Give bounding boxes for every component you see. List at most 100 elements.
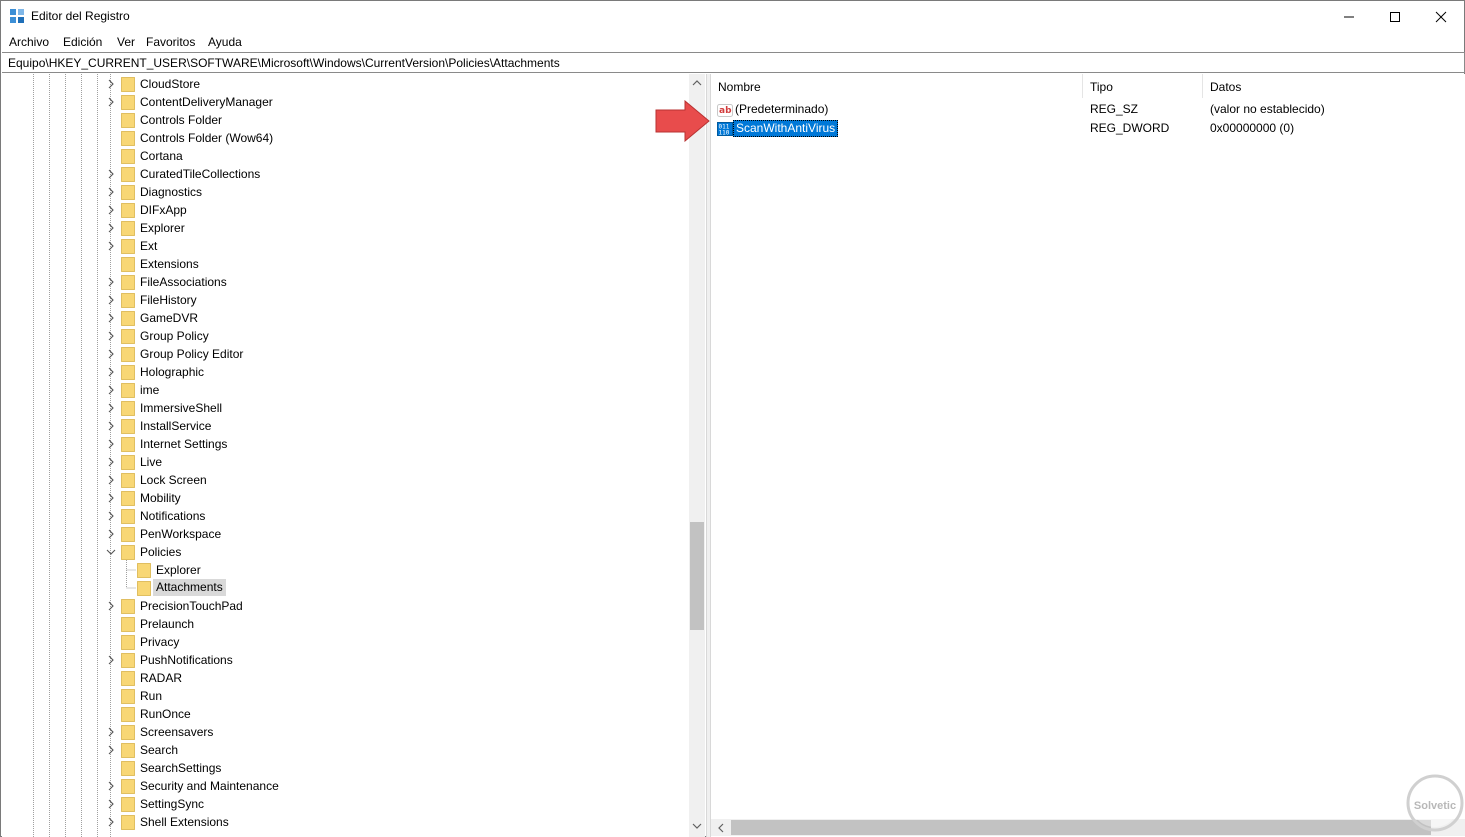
column-header-datos[interactable]: Datos xyxy=(1203,74,1465,98)
chevron-right-icon[interactable] xyxy=(106,223,116,233)
chevron-right-icon[interactable] xyxy=(106,799,116,809)
chevron-right-icon[interactable] xyxy=(106,421,116,431)
chevron-right-icon[interactable] xyxy=(106,511,116,521)
tree-item[interactable]: Lock Screen xyxy=(2,471,682,489)
tree-item[interactable]: Explorer xyxy=(2,561,682,579)
tree-item[interactable]: Privacy xyxy=(2,633,682,651)
chevron-right-icon[interactable] xyxy=(106,277,116,287)
tree-item[interactable]: Diagnostics xyxy=(2,183,682,201)
chevron-down-icon[interactable] xyxy=(106,547,116,557)
tree-item[interactable]: Live xyxy=(2,453,682,471)
tree-item[interactable]: FileAssociations xyxy=(2,273,682,291)
chevron-right-icon[interactable] xyxy=(106,601,116,611)
tree-item[interactable]: Group Policy xyxy=(2,327,682,345)
maximize-button[interactable] xyxy=(1372,1,1418,32)
tree-item[interactable]: CloudStore xyxy=(2,75,682,93)
column-header-tipo[interactable]: Tipo xyxy=(1083,74,1203,98)
tree-item[interactable]: PushNotifications xyxy=(2,651,682,669)
tree-item[interactable]: Notifications xyxy=(2,507,682,525)
tree-vertical-scrollbar[interactable] xyxy=(689,74,705,837)
tree-item[interactable]: Controls Folder xyxy=(2,111,682,129)
tree-item[interactable]: SearchSettings xyxy=(2,759,682,777)
tree-item[interactable]: RunOnce xyxy=(2,705,682,723)
tree-item[interactable]: GameDVR xyxy=(2,309,682,327)
tree-item[interactable]: Mobility xyxy=(2,489,682,507)
tree-item[interactable]: Security and Maintenance xyxy=(2,777,682,795)
scroll-down-icon[interactable] xyxy=(692,822,702,830)
chevron-right-icon[interactable] xyxy=(106,403,116,413)
tree-item[interactable]: PenWorkspace xyxy=(2,525,682,543)
chevron-right-icon[interactable] xyxy=(106,187,116,197)
menu-ver[interactable]: Ver xyxy=(117,35,135,49)
tree-item[interactable]: PrecisionTouchPad xyxy=(2,597,682,615)
tree-item[interactable]: Policies xyxy=(2,543,682,561)
tree-item[interactable]: Screensavers xyxy=(2,723,682,741)
key-tree-pane[interactable]: CloudStore ContentDeliveryManager Controls… xyxy=(2,74,705,837)
chevron-right-icon[interactable] xyxy=(106,727,116,737)
chevron-right-icon[interactable] xyxy=(106,295,116,305)
tree-item[interactable]: Extensions xyxy=(2,255,682,273)
chevron-right-icon[interactable] xyxy=(106,745,116,755)
chevron-right-icon[interactable] xyxy=(106,475,116,485)
chevron-right-icon[interactable] xyxy=(106,313,116,323)
tree-item[interactable]: RADAR xyxy=(2,669,682,687)
tree-item[interactable]: Cortana xyxy=(2,147,682,165)
chevron-right-icon[interactable] xyxy=(106,97,116,107)
chevron-right-icon[interactable] xyxy=(106,529,116,539)
chevron-right-icon[interactable] xyxy=(106,817,116,827)
tree-item[interactable]: SettingSync xyxy=(2,795,682,813)
tree-item[interactable]: Controls Folder (Wow64) xyxy=(2,129,682,147)
chevron-right-icon[interactable] xyxy=(106,385,116,395)
tree-item[interactable]: ImmersiveShell xyxy=(2,399,682,417)
chevron-right-icon[interactable] xyxy=(106,241,116,251)
tree-item[interactable]: FileHistory xyxy=(2,291,682,309)
tree-item[interactable]: Prelaunch xyxy=(2,615,682,633)
value-row-selected[interactable]: 011 110 ScanWithAntiVirus REG_DWORD 0x00… xyxy=(711,119,1465,138)
tree-item[interactable]: Shell Extensions xyxy=(2,813,682,831)
tree-item-label: Prelaunch xyxy=(140,617,195,631)
chevron-right-icon[interactable] xyxy=(106,781,116,791)
tree-item[interactable]: Explorer xyxy=(2,219,682,237)
menu-ayuda[interactable]: Ayuda xyxy=(208,35,242,49)
chevron-right-icon[interactable] xyxy=(106,457,116,467)
tree-scroll-thumb[interactable] xyxy=(690,522,704,630)
tree-item[interactable]: Attachments xyxy=(2,579,682,597)
tree-item[interactable]: Ext xyxy=(2,237,682,255)
values-list-pane[interactable]: Nombre Tipo Datos ab (Predeterminado) RE… xyxy=(711,74,1465,837)
scroll-left-icon[interactable] xyxy=(717,823,725,833)
tree-item[interactable]: Group Policy Editor xyxy=(2,345,682,363)
tree-item[interactable]: CuratedTileCollections xyxy=(2,165,682,183)
tree-item-label: Extensions xyxy=(140,257,199,271)
tree-item[interactable]: InstallService xyxy=(2,417,682,435)
tree-item[interactable]: Internet Settings xyxy=(2,435,682,453)
address-bar[interactable]: Equipo\HKEY_CURRENT_USER\SOFTWARE\Micros… xyxy=(2,52,1465,73)
minimize-button[interactable] xyxy=(1326,1,1372,32)
chevron-right-icon[interactable] xyxy=(106,439,116,449)
chevron-right-icon[interactable] xyxy=(106,349,116,359)
list-horizontal-scrollbar[interactable] xyxy=(711,819,1465,836)
chevron-right-icon[interactable] xyxy=(106,205,116,215)
tree-item[interactable]: ime xyxy=(2,381,682,399)
column-header-nombre[interactable]: Nombre xyxy=(711,74,1083,98)
tree-item[interactable]: DIFxApp xyxy=(2,201,682,219)
scroll-up-icon[interactable] xyxy=(692,79,702,87)
chevron-right-icon[interactable] xyxy=(106,367,116,377)
menu-edicion[interactable]: Edición xyxy=(63,35,102,49)
tree-item[interactable]: Search xyxy=(2,741,682,759)
value-row[interactable]: ab (Predeterminado) REG_SZ (valor no est… xyxy=(711,100,1465,119)
chevron-right-icon[interactable] xyxy=(106,79,116,89)
chevron-right-icon[interactable] xyxy=(106,331,116,341)
tree-item[interactable]: Holographic xyxy=(2,363,682,381)
chevron-right-icon[interactable] xyxy=(106,169,116,179)
chevron-right-icon[interactable] xyxy=(106,655,116,665)
registry-editor-app-icon xyxy=(10,9,24,23)
close-button[interactable] xyxy=(1418,1,1464,32)
menu-archivo[interactable]: Archivo xyxy=(9,35,49,49)
menu-favoritos[interactable]: Favoritos xyxy=(146,35,195,49)
tree-item[interactable]: ContentDeliveryManager xyxy=(2,93,682,111)
list-scroll-thumb[interactable] xyxy=(731,820,1431,835)
chevron-right-icon[interactable] xyxy=(106,493,116,503)
title-bar[interactable]: Editor del Registro xyxy=(1,1,1464,32)
tree-item[interactable]: Run xyxy=(2,687,682,705)
tree-item-label: Screensavers xyxy=(140,725,214,739)
